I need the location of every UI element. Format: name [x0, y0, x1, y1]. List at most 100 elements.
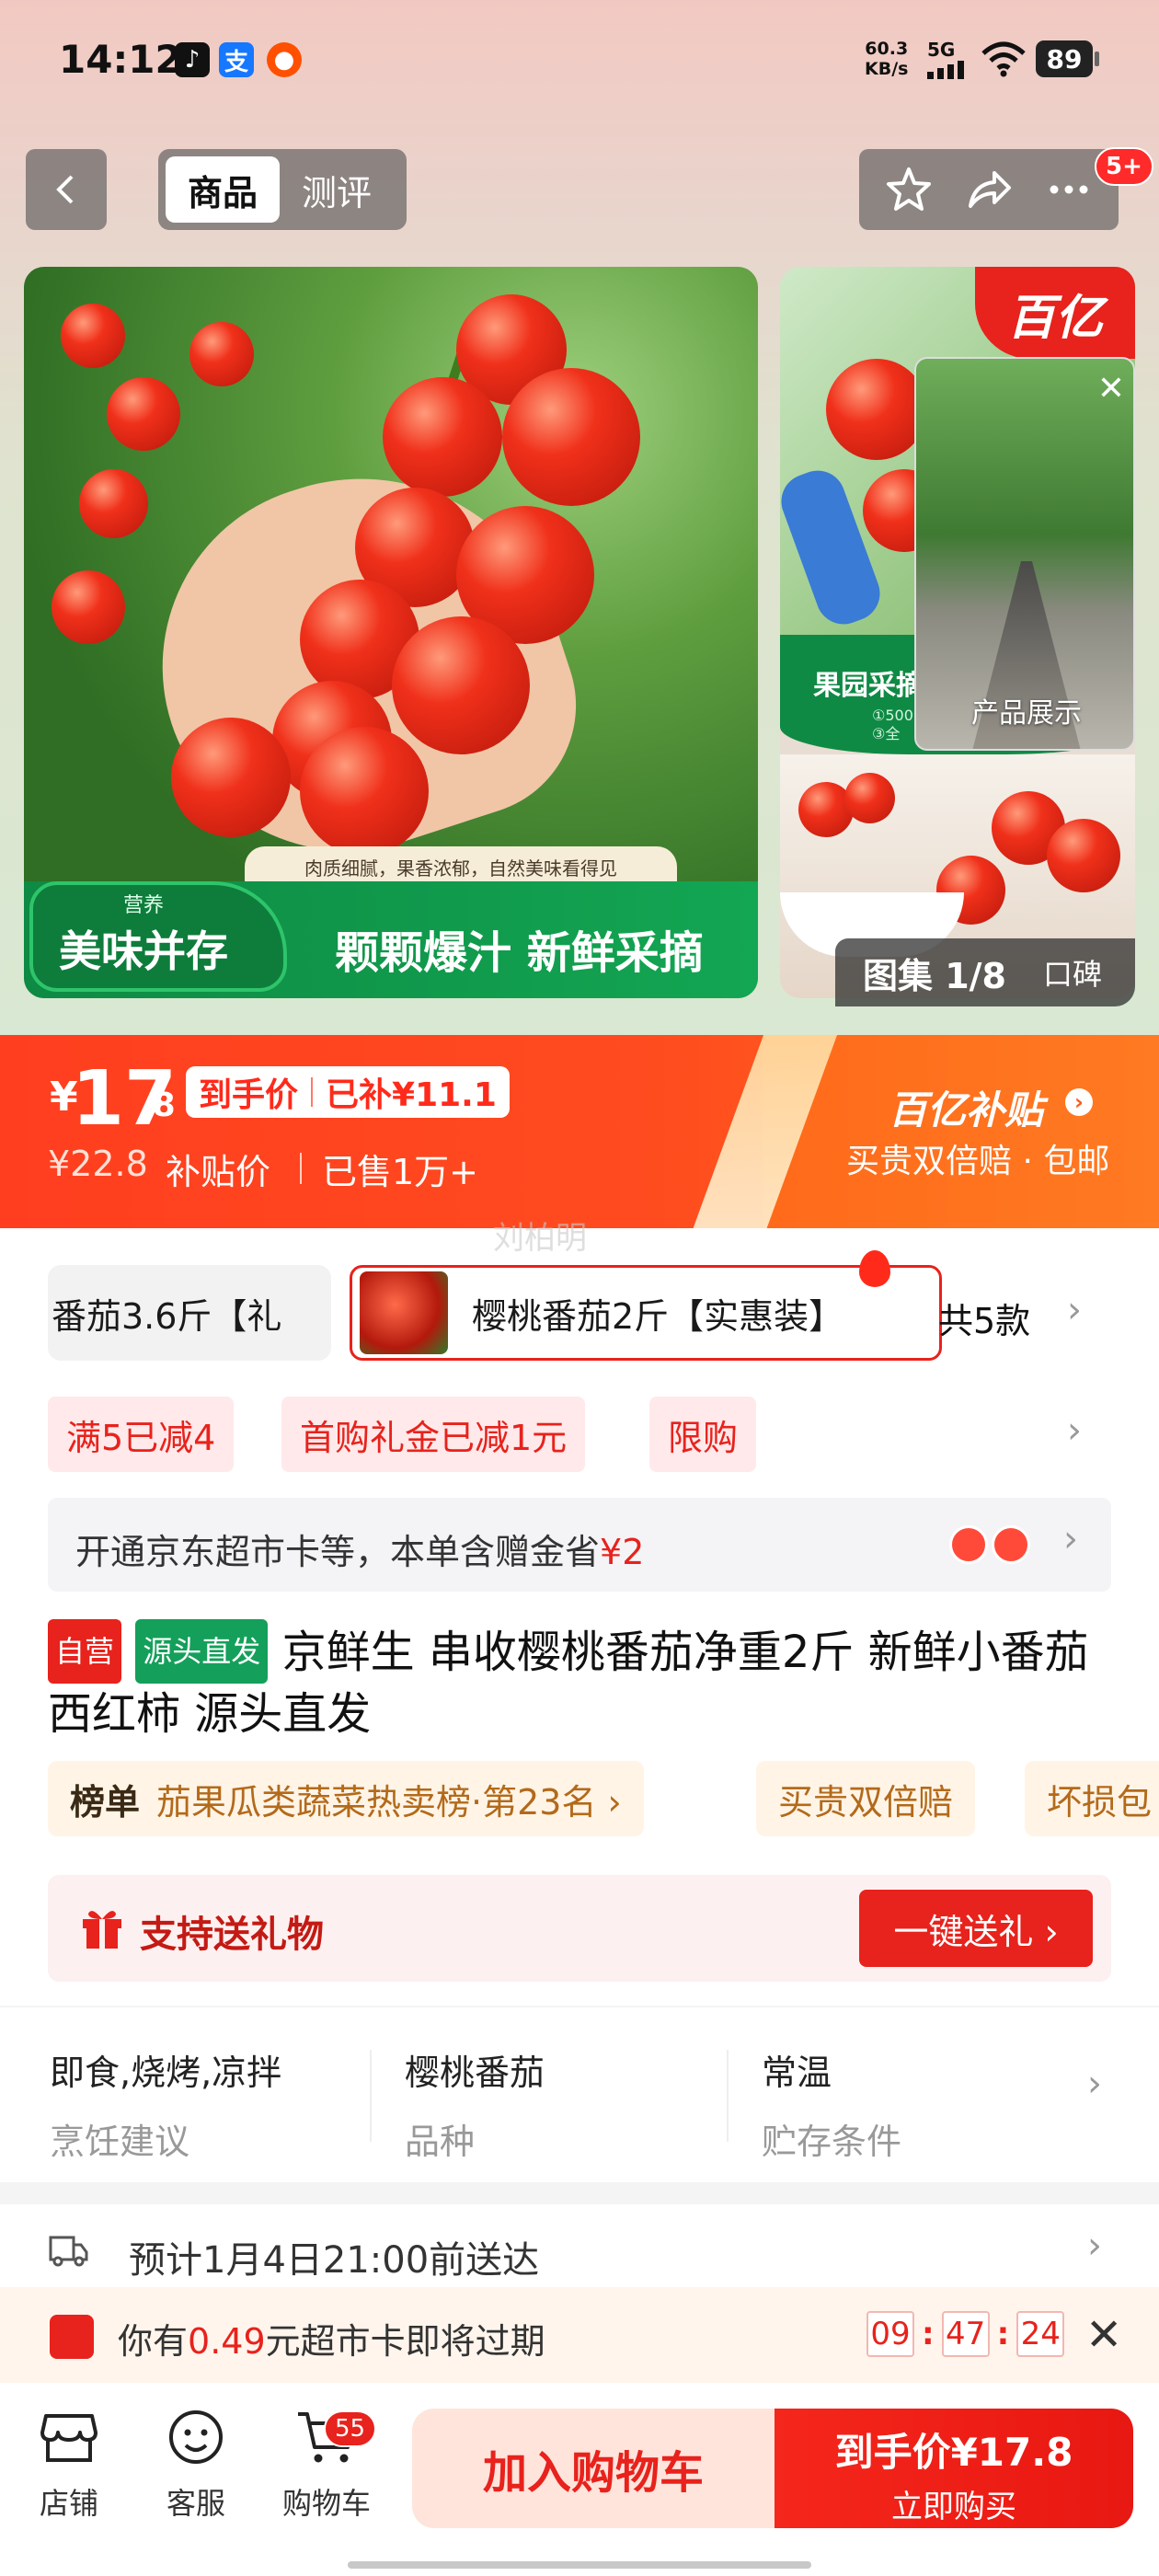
card-offer-amount: ¥2: [600, 1532, 645, 1572]
chevron-right-icon: ›: [1063, 1518, 1078, 1560]
price-bar: ¥ 17 .8 到手价 已补¥11.1 ¥22.8 补贴价 已售1万+ 百亿补贴…: [0, 1035, 1159, 1228]
back-button[interactable]: [26, 149, 107, 230]
product-main-image[interactable]: 肉质细腻，果香浓郁，自然美味看得见 营养 美味并存 颗颗爆汁 新鲜采摘: [24, 267, 758, 998]
buy-now-label: 立即购买: [891, 2489, 1016, 2525]
battery-icon: 89: [1036, 40, 1099, 77]
countdown-timer: 09: 47: 24: [866, 2311, 1065, 2357]
chevron-left-icon: [56, 175, 74, 204]
attribute-item: 常温 贮存条件: [762, 2053, 902, 2162]
banner-small-label: 营养: [123, 894, 165, 917]
attributes-section[interactable]: 即食,烧烤,凉拌 烹饪建议 樱桃番茄 品种 常温 贮存条件 ›: [0, 2007, 1159, 2182]
chevron-right-icon[interactable]: ›: [1067, 1289, 1082, 1331]
gift-text: 支持送礼物: [140, 1914, 324, 1956]
damage-badge[interactable]: 坏损包: [1025, 1761, 1159, 1836]
hot-icon: [859, 1250, 890, 1287]
tab-product[interactable]: 商品: [166, 156, 280, 223]
ranking-label: 榜单: [70, 1781, 141, 1823]
self-operated-tag: 自营: [48, 1619, 122, 1684]
buy-now-button[interactable]: 到手价¥17.8 立即购买: [775, 2409, 1133, 2528]
message-badge: 5+: [1095, 147, 1153, 186]
more-button[interactable]: [1037, 157, 1101, 222]
timer-seconds: 24: [1016, 2311, 1065, 2357]
subsidy-price-label: 补贴价: [166, 1152, 271, 1192]
image-banner: 肉质细腻，果香浓郁，自然美味看得见 营养 美味并存 颗颗爆汁 新鲜采摘: [24, 846, 758, 998]
variant-option[interactable]: 番茄3.6斤【礼: [48, 1265, 331, 1361]
variant-option-selected[interactable]: 樱桃番茄2斤【实惠装】: [350, 1265, 942, 1361]
network-type: 5G: [927, 39, 956, 61]
subsidy-logo-badge: 百亿: [975, 267, 1135, 359]
more-icon: [1050, 185, 1088, 194]
variant-thumbnail: [360, 1271, 448, 1354]
tab-review[interactable]: 测评: [280, 156, 394, 223]
wifi-icon: [981, 41, 1026, 77]
delivery-row[interactable]: 预计1月4日21:00前送达 ›: [0, 2204, 1159, 2287]
arrival-label: 到手价: [199, 1076, 299, 1114]
timer-hours: 09: [866, 2311, 914, 2357]
ranking-value: 茄果瓜类蔬菜热卖榜·第23名 ›: [156, 1781, 622, 1823]
status-bar: 14:12 ♪ 支 ● 60.3 KB/s 5G 89: [0, 0, 1159, 120]
card-icons: [949, 1525, 1030, 1564]
banner-left-text: 美味并存: [59, 926, 228, 976]
store-button[interactable]: 店铺: [18, 2407, 120, 2523]
banner-right-text: 颗颗爆汁 新鲜采摘: [335, 927, 704, 979]
ranking-row: 榜单 茄果瓜类蔬菜热卖榜·第23名 › 买贵双倍赔 坏损包: [48, 1761, 1159, 1836]
promo-tag[interactable]: 首购礼金已减1元: [281, 1397, 586, 1472]
gift-icon: [83, 1911, 121, 1949]
variant-label: 樱桃番茄2斤【实惠装】: [472, 1295, 844, 1337]
star-icon: [886, 167, 931, 211]
store-icon: [40, 2414, 98, 2462]
tab-group: 商品 测评: [158, 149, 407, 230]
bottom-action-bar: 店铺 客服 购物车 55 加入购物车 到手价¥17.8 立即购买: [0, 2383, 1159, 2576]
video-label: 产品展示: [971, 697, 1082, 730]
send-gift-button[interactable]: 一键送礼 ›: [859, 1890, 1093, 1967]
card-offer-text: 开通京东超市卡等，本单含赠金省: [75, 1532, 601, 1572]
subsidized-amount: 已补¥11.1: [326, 1076, 497, 1114]
favorite-button[interactable]: [877, 157, 941, 222]
variant-count[interactable]: 共5款: [938, 1293, 1030, 1343]
arrival-price-tag: 到手价 已补¥11.1: [186, 1066, 510, 1118]
gallery-counter-text: 图集 1/8: [863, 955, 1006, 996]
gallery-counter[interactable]: 图集 1/8 口碑: [835, 938, 1135, 1006]
subsidy-brand[interactable]: 百亿补贴: [889, 1079, 1043, 1135]
net-speed: 60.3 KB/s: [865, 39, 909, 79]
customer-service-button[interactable]: 客服: [145, 2407, 247, 2523]
top-area: 14:12 ♪ 支 ● 60.3 KB/s 5G 89 商品 测评 5+ 肉质细…: [0, 0, 1159, 1035]
promo-tag[interactable]: 满5已减4: [48, 1397, 235, 1472]
close-icon[interactable]: ✕: [1085, 2309, 1122, 2361]
chevron-right-icon[interactable]: ›: [1065, 1088, 1093, 1116]
reviews-link[interactable]: 口碑: [1043, 951, 1102, 994]
customer-service-icon: [169, 2410, 223, 2464]
share-icon: [968, 171, 1011, 208]
promo-tag[interactable]: 限购: [649, 1397, 757, 1472]
cart-count-badge: 55: [324, 2410, 377, 2447]
close-icon[interactable]: ✕: [1093, 370, 1130, 408]
alipay-icon: 支: [219, 42, 254, 77]
side-green-title: 果园采摘: [813, 670, 924, 702]
truck-icon: [49, 2236, 88, 2267]
supermarket-card-offer[interactable]: 开通京东超市卡等，本单含赠金省¥2 ›: [48, 1498, 1111, 1592]
guarantee-badge[interactable]: 买贵双倍赔: [756, 1761, 976, 1836]
chevron-right-icon[interactable]: ›: [1067, 1409, 1082, 1452]
buy-now-price: 到手价¥17.8: [834, 2430, 1073, 2475]
price-decimal: .8: [140, 1087, 176, 1124]
original-price: ¥22.8: [48, 1144, 148, 1184]
taobao-icon: ●: [267, 42, 302, 77]
card-expiry-bar[interactable]: 你有0.49元超市卡即将过期 09: 47: 24 ✕: [0, 2287, 1159, 2383]
home-indicator[interactable]: [348, 2561, 811, 2569]
variant-selector: 番茄3.6斤【礼 樱桃番茄2斤【实惠装】 共5款 ›: [48, 1250, 1133, 1366]
nav-actions: [859, 149, 1119, 230]
tiktok-icon: ♪: [175, 42, 210, 77]
gift-card: 支持送礼物 一键送礼 ›: [48, 1875, 1111, 1982]
ranking-badge[interactable]: 榜单 茄果瓜类蔬菜热卖榜·第23名 ›: [48, 1761, 644, 1836]
watermark: 刘柏明: [493, 1220, 587, 1257]
source-direct-tag: 源头直发: [135, 1619, 269, 1684]
timer-minutes: 47: [941, 2311, 990, 2357]
subsidy-subtext: 买贵双倍赔 · 包邮: [846, 1143, 1110, 1180]
status-time: 14:12: [59, 37, 182, 82]
add-to-cart-button[interactable]: 加入购物车: [412, 2409, 775, 2528]
delivery-text: 预计1月4日21:00前送达: [129, 2239, 540, 2282]
product-video[interactable]: ✕ 产品展示: [914, 357, 1135, 751]
promo-row: 满5已减4 首购礼金已减1元 限购 ›: [48, 1397, 1133, 1472]
attribute-item: 即食,烧烤,凉拌 烹饪建议: [50, 2053, 282, 2162]
share-button[interactable]: [957, 157, 1021, 222]
